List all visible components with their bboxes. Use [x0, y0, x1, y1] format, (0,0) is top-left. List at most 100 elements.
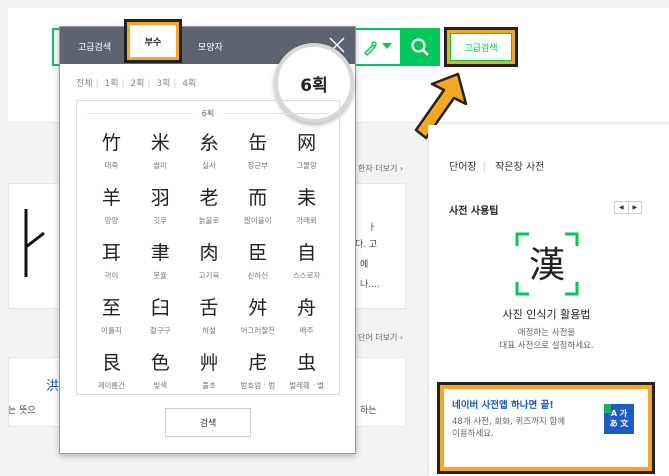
tab-advanced[interactable]: 고급검색	[78, 40, 111, 53]
radical-meaning: 스스로자	[292, 271, 321, 280]
radical-item[interactable]: 聿 붓율	[136, 240, 185, 295]
radical-meaning: 깃우	[153, 216, 168, 225]
radical-item[interactable]: 舛 어그러질천	[233, 295, 282, 350]
prev-icon[interactable]: ◀	[615, 202, 629, 213]
radical-item[interactable]: 羊 양양	[87, 185, 136, 240]
stroke-1[interactable]: 1획	[104, 79, 118, 89]
radical-glyph: 网	[297, 132, 317, 154]
app-icon-tab	[604, 404, 611, 413]
tab-wordbook[interactable]: 단어장	[449, 162, 477, 173]
tab-radical[interactable]: 부수	[130, 25, 176, 57]
tips-desc-line: 대표 사전으로 설정하세요.	[499, 341, 594, 351]
radical-item[interactable]: 色 빛색	[136, 350, 185, 394]
radical-item[interactable]: 糸 실사	[185, 130, 234, 185]
radical-meaning: 신하신	[247, 271, 269, 280]
radical-item[interactable]: 艸 풀초	[185, 350, 234, 394]
radical-item[interactable]: 米 쌀미	[136, 130, 185, 185]
radical-item[interactable]: 舌 혀설	[185, 295, 234, 350]
radical-meaning: 배주	[299, 326, 314, 335]
radical-item[interactable]: 老 늙을로	[185, 185, 234, 240]
radical-meaning: 그물망	[296, 161, 317, 170]
more-hanja-link[interactable]: 한자 더보기 ›	[358, 163, 403, 174]
radical-glyph: 舛	[248, 297, 268, 319]
radical-item[interactable]: 虍 범호엄 · 범	[233, 350, 282, 394]
tips-desc-line: 애정하는 사전을	[517, 328, 576, 338]
stroke-separator: |	[173, 79, 177, 89]
dictionary-app-icon: A 가 あ 文	[604, 404, 634, 434]
text-fragment: 에	[360, 260, 369, 270]
radical-glyph: 米	[150, 132, 170, 154]
radical-item[interactable]: 网 그물망	[282, 130, 331, 185]
stroke-separator: |	[121, 79, 125, 89]
text-fragment: 하는	[360, 406, 377, 416]
more-words-link[interactable]: 단어 더보기 ›	[358, 332, 403, 343]
radical-meaning: 빛색	[153, 381, 168, 390]
radical-item[interactable]: 肉 고기육	[185, 240, 234, 295]
radical-item[interactable]: 艮 괘이름간	[87, 350, 136, 394]
chevron-down-icon[interactable]	[382, 43, 392, 49]
radical-meaning: 대죽	[104, 161, 119, 170]
radical-meaning: 어그러질천	[240, 326, 276, 335]
radical-glyph: 自	[297, 242, 317, 264]
tips-title: 사전 사용팁	[449, 206, 499, 217]
word-result-title[interactable]: 洪	[46, 375, 59, 394]
stroke-3[interactable]: 3획	[156, 79, 170, 89]
radical-item[interactable]: 至 이를지	[87, 295, 136, 350]
radical-meaning: 범호엄 · 범	[240, 381, 276, 390]
stroke-2[interactable]: 2획	[130, 79, 144, 89]
radical-meaning: 고기육	[198, 271, 220, 280]
hanja-stroke-image	[24, 209, 45, 277]
stroke-all[interactable]: 전체	[76, 79, 93, 89]
radical-item[interactable]: 自 스스로자	[282, 240, 331, 295]
radical-item[interactable]: 竹 대죽	[87, 130, 136, 185]
radical-item[interactable]: 羽 깃우	[136, 185, 185, 240]
radical-meaning: 말이을이	[243, 216, 272, 225]
radical-item[interactable]: 虫 벌레훼 · 벌	[282, 350, 331, 394]
app-ad-highlight: 네이버 사전앱 하나면 끝! 48개 사전, 회화, 퀴즈까지 함께 이용하세요…	[437, 382, 655, 474]
radical-list: 竹 대죽 米 쌀미 糸 실사 缶 장군부 网 그물망 羊 양양 羽 깃우 老 늙을로 而 말이을이 耒 가래뢰 耳 귀이 聿…	[87, 130, 331, 394]
radical-glyph: 肉	[199, 242, 219, 264]
next-icon[interactable]: ▶	[629, 202, 642, 213]
handwriting-pen-icon[interactable]	[362, 40, 378, 56]
app-icon-text: A 가	[610, 409, 628, 418]
radical-glyph: 臼	[150, 297, 170, 319]
radical-meaning: 실사	[202, 161, 216, 170]
radical-item[interactable]: 臼 절구구	[136, 295, 185, 350]
radical-glyph: 艮	[101, 352, 121, 374]
radical-item[interactable]: 而 말이을이	[233, 185, 282, 240]
radical-glyph: 虍	[248, 352, 268, 374]
radical-item[interactable]: 臣 신하신	[233, 240, 282, 295]
radical-glyph: 至	[101, 297, 121, 319]
radical-meaning: 양양	[104, 216, 119, 225]
radical-meaning: 벌레훼 · 벌	[289, 381, 324, 390]
stroke-separator: |	[147, 79, 151, 89]
radical-glyph: 耳	[101, 242, 121, 264]
radical-meaning: 혀설	[202, 326, 216, 335]
radical-item[interactable]: 耳 귀이	[87, 240, 136, 295]
advanced-search-button[interactable]: 고급검색	[450, 33, 512, 61]
stroke-count-filter: 전체 | 1획 | 2획 | 3획 | 4획	[76, 76, 199, 89]
radical-glyph: 舌	[199, 297, 219, 319]
svg-text:漢: 漢	[529, 245, 565, 286]
tab-mini-dictionary[interactable]: 작은창 사전	[495, 162, 544, 173]
radical-search-button[interactable]: 검색	[165, 408, 251, 437]
tab-shape[interactable]: 모양자	[198, 40, 223, 53]
tips-pager: ◀ ▶	[614, 201, 642, 214]
search-button[interactable]	[400, 28, 440, 66]
radical-item[interactable]: 耒 가래뢰	[282, 185, 331, 240]
stroke-4[interactable]: 4획	[182, 79, 196, 89]
radical-glyph: 老	[199, 187, 219, 209]
radical-item[interactable]: 缶 장군부	[233, 130, 282, 185]
advanced-search-highlight: 고급검색	[444, 27, 518, 67]
app-ad-banner[interactable]: 네이버 사전앱 하나면 끝! 48개 사전, 회화, 퀴즈까지 함께 이용하세요…	[444, 389, 648, 467]
radical-item[interactable]: 舟 배주	[282, 295, 331, 350]
radical-meaning: 괘이름간	[97, 381, 126, 390]
radical-glyph: 舟	[297, 297, 317, 319]
app-icon-text: あ 文	[609, 419, 629, 428]
radical-glyph: 竹	[101, 132, 121, 154]
radical-meaning: 늙을로	[198, 216, 220, 225]
radical-meaning: 풀초	[202, 381, 216, 390]
radical-glyph: 色	[150, 352, 170, 374]
text-fragment: ㅏ	[368, 223, 377, 233]
radical-tab-highlight: 부수	[124, 19, 182, 63]
